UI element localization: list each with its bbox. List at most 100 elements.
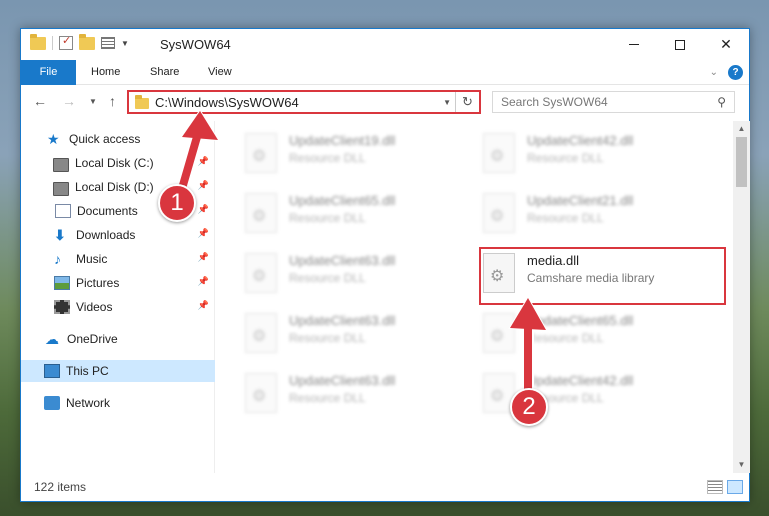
window-controls: ✕: [611, 29, 749, 60]
sidebar-item-videos[interactable]: Videos 📌: [21, 296, 215, 318]
pin-icon[interactable]: 📌: [198, 276, 209, 287]
downloads-icon: ⬇: [54, 227, 66, 243]
sidebar-item-local-disk-c[interactable]: Local Disk (C:) 📌: [21, 152, 215, 174]
file-explorer-window: ▼ SysWOW64 ✕ File Home Share View ⌄ ? ← …: [20, 28, 750, 502]
pin-icon[interactable]: 📌: [198, 204, 209, 215]
vertical-scrollbar[interactable]: ▲ ▼: [733, 121, 750, 473]
sidebar-item-onedrive[interactable]: ☁ OneDrive: [21, 328, 215, 350]
close-button[interactable]: ✕: [703, 29, 749, 60]
file-name: UpdateClient65.dll: [527, 313, 634, 328]
file-description: Resource DLL: [289, 391, 366, 405]
file-item[interactable]: UpdateClient42.dll Resource DLL: [455, 129, 685, 187]
sidebar-item-label: Local Disk (D:): [75, 180, 154, 194]
pin-icon[interactable]: 📌: [198, 252, 209, 263]
back-arrow-icon[interactable]: ←: [33, 93, 47, 109]
sidebar-item-this-pc[interactable]: This PC: [21, 360, 215, 382]
customize-toolbar-icon[interactable]: ▼: [121, 39, 129, 48]
file-description: Resource DLL: [289, 331, 366, 345]
pictures-icon: [54, 276, 70, 290]
sidebar-item-label: Local Disk (C:): [75, 156, 154, 170]
sidebar-item-network[interactable]: Network: [21, 392, 215, 414]
file-list: UpdateClient19.dll Resource DLL UpdateCl…: [217, 121, 733, 473]
sidebar-item-label: Quick access: [69, 132, 141, 146]
file-item[interactable]: UpdateClient63.dll Resource DLL: [217, 249, 447, 307]
scroll-up-icon[interactable]: ▲: [733, 121, 750, 137]
view-switcher: [707, 480, 743, 494]
file-item[interactable]: UpdateClient63.dll Resource DLL: [217, 369, 447, 427]
file-name: UpdateClient65.dll: [289, 193, 396, 208]
tab-file[interactable]: File: [21, 60, 76, 85]
tab-share[interactable]: Share: [150, 60, 179, 85]
tab-view[interactable]: View: [208, 60, 232, 85]
address-bar[interactable]: C:\Windows\SysWOW64 ▼ ↻: [127, 90, 481, 114]
sidebar-item-label: OneDrive: [67, 332, 118, 346]
recent-locations-icon[interactable]: ▼: [89, 97, 97, 106]
view-options-icon[interactable]: [101, 37, 115, 49]
item-count: 122 items: [34, 480, 87, 494]
sidebar-item-label: Videos: [76, 300, 113, 314]
drive-icon: [53, 182, 69, 196]
file-description: Resource DLL: [289, 211, 366, 225]
file-description: Resource DLL: [527, 151, 604, 165]
file-description: Resource DLL: [289, 271, 366, 285]
title-bar: ▼ SysWOW64 ✕: [21, 29, 749, 60]
ribbon-right-controls: ⌄ ?: [710, 65, 743, 80]
search-box[interactable]: Search SysWOW64 ⚲: [492, 91, 735, 113]
folder-icon: [30, 33, 46, 50]
window-title: SysWOW64: [160, 37, 231, 52]
forward-arrow-icon[interactable]: →: [62, 93, 76, 109]
file-name: UpdateClient42.dll: [527, 373, 634, 388]
address-dropdown-icon[interactable]: ▼: [443, 98, 451, 107]
file-item[interactable]: UpdateClient42.dll Resource DLL: [455, 369, 685, 427]
file-item[interactable]: UpdateClient65.dll Resource DLL: [217, 189, 447, 247]
file-item[interactable]: UpdateClient19.dll Resource DLL: [217, 129, 447, 187]
sidebar-item-pictures[interactable]: Pictures 📌: [21, 272, 215, 294]
new-folder-icon[interactable]: [79, 33, 95, 50]
step-1-badge: 1: [158, 184, 196, 222]
sidebar-item-music[interactable]: ♪ Music 📌: [21, 248, 215, 270]
up-arrow-icon[interactable]: ↑: [109, 93, 116, 109]
maximize-button[interactable]: [657, 29, 703, 60]
minimize-icon: [629, 44, 639, 45]
sidebar-item-downloads[interactable]: ⬇ Downloads 📌: [21, 224, 215, 246]
minimize-button[interactable]: [611, 29, 657, 60]
star-icon: ★: [47, 131, 60, 147]
pin-icon[interactable]: 📌: [198, 180, 209, 191]
file-description: Resource DLL: [527, 211, 604, 225]
dll-file-icon: [245, 133, 277, 173]
sidebar-item-label: This PC: [66, 364, 109, 378]
navigation-bar: ← → ▼ ↑ C:\Windows\SysWOW64 ▼ ↻ Search S…: [21, 85, 749, 119]
file-item[interactable]: UpdateClient65.dll Resource DLL: [455, 309, 685, 367]
file-name: UpdateClient63.dll: [289, 373, 396, 388]
file-name: UpdateClient63.dll: [289, 313, 396, 328]
details-view-icon[interactable]: [707, 480, 723, 494]
refresh-icon[interactable]: ↻: [455, 92, 479, 112]
pin-icon[interactable]: 📌: [198, 156, 209, 167]
network-icon: [44, 396, 60, 410]
expand-ribbon-icon[interactable]: ⌄: [710, 67, 718, 78]
properties-icon[interactable]: [59, 34, 73, 50]
scroll-down-icon[interactable]: ▼: [733, 457, 750, 473]
file-item[interactable]: UpdateClient21.dll Resource DLL: [455, 189, 685, 247]
dll-file-icon: [245, 313, 277, 353]
search-icon[interactable]: ⚲: [717, 95, 726, 109]
dll-file-icon: [483, 133, 515, 173]
scroll-thumb[interactable]: [736, 137, 747, 187]
pin-icon[interactable]: 📌: [198, 300, 209, 311]
sidebar-item-label: Music: [76, 252, 108, 266]
tiles-view-icon[interactable]: [727, 480, 743, 494]
videos-icon: [54, 300, 70, 314]
search-input[interactable]: Search SysWOW64: [501, 95, 608, 109]
folder-icon: [135, 95, 149, 109]
sidebar-item-quick-access[interactable]: ★ Quick access: [21, 128, 215, 150]
close-icon: ✕: [720, 36, 732, 52]
ribbon-tabs: File Home Share View ⌄ ?: [21, 60, 749, 85]
music-icon: ♪: [54, 251, 61, 267]
tab-home[interactable]: Home: [91, 60, 120, 85]
pin-icon[interactable]: 📌: [198, 228, 209, 239]
sidebar-item-label: Network: [66, 396, 111, 410]
drive-icon: [53, 158, 69, 172]
file-item[interactable]: UpdateClient63.dll Resource DLL: [217, 309, 447, 367]
help-icon[interactable]: ?: [728, 65, 743, 80]
address-path[interactable]: C:\Windows\SysWOW64: [155, 95, 299, 110]
